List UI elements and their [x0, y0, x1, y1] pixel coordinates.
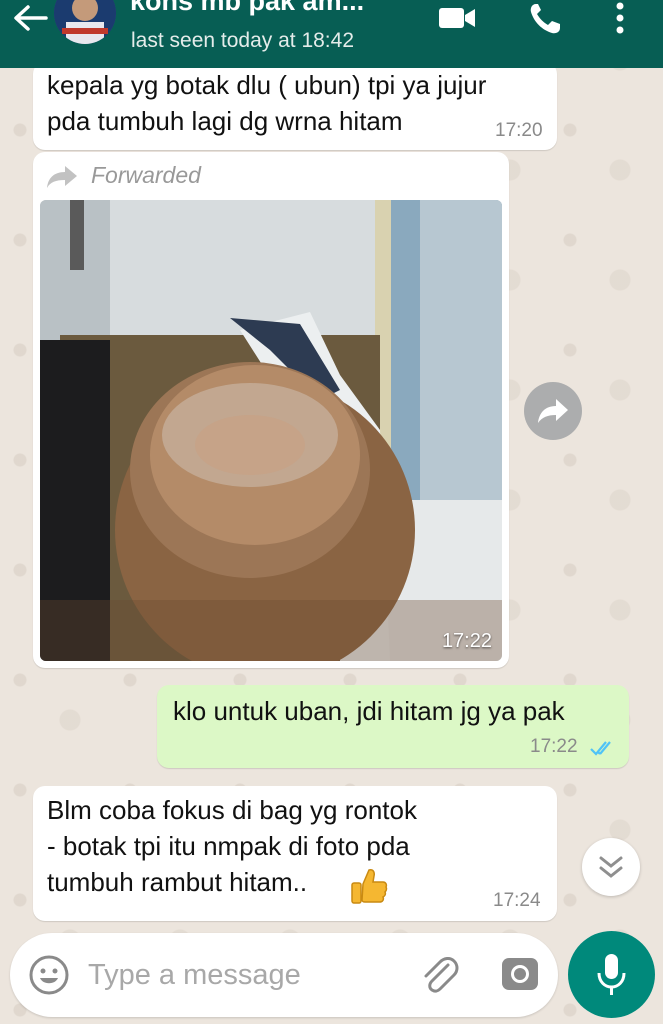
- message-time: 17:22: [530, 736, 578, 757]
- shared-photo[interactable]: 17:22: [40, 200, 502, 661]
- contact-name[interactable]: kons mb pak am...: [130, 0, 420, 17]
- forwarded-label: Forwarded: [91, 162, 201, 188]
- message-composer: [10, 933, 558, 1017]
- more-options-icon[interactable]: [610, 0, 630, 38]
- share-arrow-icon: [538, 399, 568, 423]
- emoji-icon[interactable]: [28, 954, 70, 996]
- message-bubble-incoming[interactable]: Blm coba fokus di bag yg rontok - botak …: [33, 786, 557, 921]
- double-chevron-down-icon: [599, 856, 623, 878]
- photo-time: 17:22: [441, 630, 492, 652]
- voice-call-icon[interactable]: [526, 0, 566, 38]
- camera-icon[interactable]: [500, 954, 540, 994]
- forward-arrow-icon: [47, 166, 77, 188]
- voice-record-button[interactable]: [568, 931, 655, 1018]
- thumbs-up-icon: [351, 869, 388, 904]
- chat-header: kons mb pak am... last seen today at 18:…: [0, 0, 663, 68]
- read-ticks-icon: [590, 741, 611, 756]
- forward-share-button[interactable]: [524, 382, 582, 440]
- mic-icon: [597, 954, 626, 995]
- message-time: 17:24: [493, 890, 541, 911]
- back-arrow-icon[interactable]: [10, 4, 50, 32]
- message-bubble-outgoing[interactable]: klo untuk uban, jdi hitam jg ya pak 17:2…: [157, 685, 629, 768]
- message-bubble-image[interactable]: Forwarded 17:22: [33, 152, 509, 668]
- message-input[interactable]: [88, 951, 398, 999]
- message-text: klo untuk uban, jdi hitam jg ya pak: [173, 696, 565, 726]
- avatar[interactable]: [54, 0, 116, 44]
- message-bubble-incoming[interactable]: kepala yg botak dlu ( ubun) tpi ya jujur…: [33, 62, 557, 150]
- last-seen-status: last seen today at 18:42: [131, 29, 354, 52]
- attach-icon[interactable]: [418, 953, 462, 997]
- message-time: 17:20: [495, 120, 543, 141]
- message-text: kepala yg botak dlu ( ubun) tpi ya jujur…: [47, 70, 487, 136]
- scroll-to-bottom-button[interactable]: [582, 838, 640, 896]
- video-call-icon[interactable]: [437, 4, 477, 32]
